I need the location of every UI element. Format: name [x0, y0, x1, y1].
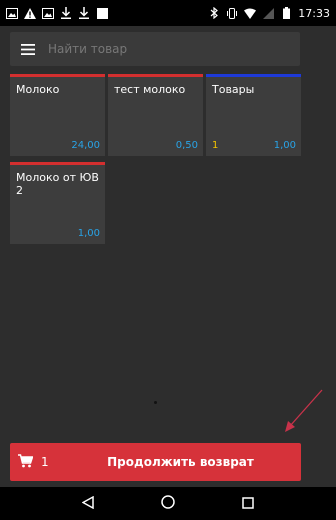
bluetooth-icon	[208, 7, 220, 19]
product-price: 24,00	[71, 140, 100, 151]
recents-button[interactable]	[233, 489, 263, 519]
page-indicator-dot	[154, 401, 157, 404]
battery-icon	[280, 7, 292, 19]
product-price: 0,50	[175, 140, 198, 151]
product-tile[interactable]: Товары 1 1,00	[206, 74, 301, 156]
warning-icon	[24, 7, 36, 19]
status-bar-left	[6, 7, 108, 19]
continue-return-button[interactable]: 1 Продолжить возврат	[10, 443, 301, 481]
navigation-bar	[0, 487, 336, 520]
product-count: 1	[212, 140, 219, 151]
home-circle-icon	[161, 494, 175, 513]
image-icon	[6, 7, 18, 19]
product-price: 1,00	[273, 140, 296, 151]
clock: 17:33	[298, 6, 330, 20]
search-bar	[10, 32, 300, 66]
product-price: 1,00	[77, 228, 100, 239]
hamburger-menu-icon	[21, 40, 35, 59]
product-name: тест молоко	[114, 83, 186, 96]
annotation-arrow-icon	[285, 389, 323, 432]
cart-count: 1	[41, 455, 49, 469]
continue-return-label: Продолжить возврат	[107, 455, 254, 469]
status-bar: 17:33	[0, 0, 336, 26]
cart-indicator[interactable]: 1	[10, 453, 84, 472]
back-triangle-icon	[81, 494, 94, 513]
product-name: Молоко от ЮВ 2	[16, 171, 99, 197]
status-bar-right: 17:33	[208, 7, 330, 20]
back-button[interactable]	[73, 489, 103, 519]
vibrate-icon	[226, 7, 238, 19]
product-tile[interactable]: Молоко 24,00	[10, 74, 105, 156]
signal-icon	[262, 7, 274, 19]
download-icon	[60, 7, 72, 19]
wifi-icon	[244, 7, 257, 19]
menu-button[interactable]	[10, 32, 46, 66]
download-icon	[78, 7, 90, 19]
product-name: Молоко	[16, 83, 60, 96]
search-input[interactable]	[46, 41, 280, 57]
home-button[interactable]	[153, 489, 183, 519]
product-tile[interactable]: тест молоко 0,50	[108, 74, 203, 156]
product-tile[interactable]: Молоко от ЮВ 2 1,00	[10, 162, 105, 244]
cart-icon	[18, 453, 34, 472]
square-icon	[96, 7, 108, 19]
product-name: Товары	[212, 83, 255, 96]
recents-square-icon	[242, 494, 254, 513]
image-icon	[42, 7, 54, 19]
